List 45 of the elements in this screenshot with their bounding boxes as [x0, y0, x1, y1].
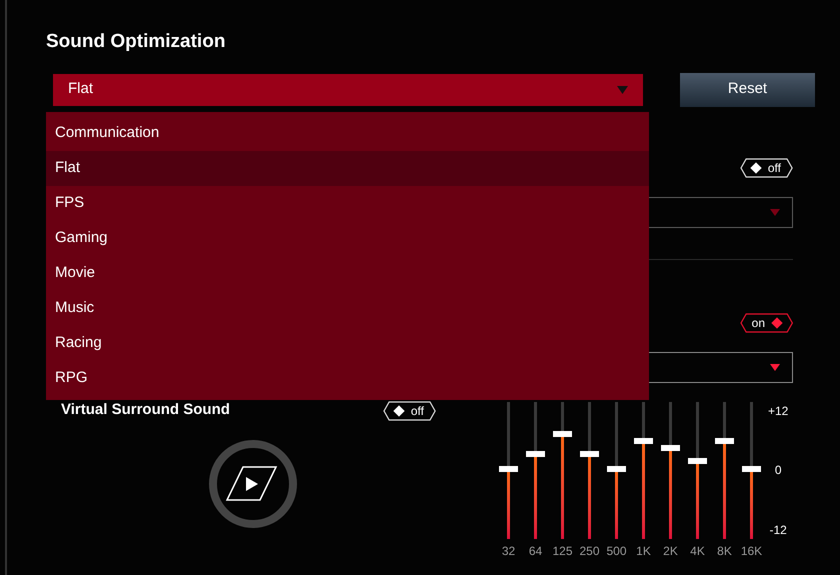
frequency-label: 4K — [690, 542, 705, 560]
frequency-label: 64 — [528, 542, 542, 560]
menu-item[interactable]: Flat — [46, 151, 649, 186]
slider-track[interactable] — [499, 402, 518, 538]
slider-thumb[interactable] — [742, 466, 761, 472]
frequency-label: 2K — [663, 542, 678, 560]
slider-thumb[interactable] — [580, 451, 599, 458]
setting-label: Virtual Surround Sound — [61, 400, 230, 420]
slider-thumb[interactable] — [607, 466, 626, 472]
caret-icon — [770, 208, 780, 216]
slider-track[interactable] — [526, 402, 545, 538]
reset-button[interactable]: Reset — [680, 72, 815, 106]
slider-track[interactable] — [580, 402, 599, 538]
frequency-label: 1K — [636, 542, 651, 560]
slider-track[interactable] — [688, 402, 707, 538]
frequency-label: 16K — [740, 542, 762, 560]
slider-track[interactable] — [607, 402, 626, 538]
play-button[interactable] — [208, 438, 298, 528]
slider-thumb[interactable] — [688, 458, 707, 464]
frequency-label: 500 — [606, 542, 627, 560]
slider-thumb[interactable] — [553, 430, 572, 437]
scale-label: +12 — [768, 402, 788, 420]
section-title: Sound Optimization — [46, 30, 226, 54]
frequency-label: 8K — [717, 542, 732, 560]
caret-icon — [770, 364, 780, 370]
toggle-switch[interactable]: off — [740, 158, 793, 178]
slider-thumb[interactable] — [634, 438, 653, 444]
slider-thumb[interactable] — [715, 438, 734, 444]
slider-track[interactable] — [742, 402, 761, 538]
frequency-label: 125 — [552, 542, 573, 560]
slider-track[interactable] — [553, 402, 572, 538]
caret-icon — [617, 86, 628, 94]
slider-thumb[interactable] — [526, 451, 545, 458]
slider-track[interactable] — [661, 402, 680, 538]
slider-track[interactable] — [634, 402, 653, 538]
frequency-label: 250 — [579, 542, 600, 560]
slider-track[interactable] — [715, 402, 734, 538]
toggle-switch[interactable]: off — [382, 400, 436, 420]
slider-thumb[interactable] — [661, 445, 680, 452]
scale-label: -12 — [770, 522, 787, 538]
slider-thumb[interactable] — [499, 466, 518, 472]
frequency-label: 32 — [502, 542, 516, 560]
scale-label: 0 — [774, 462, 782, 479]
toggle-switch[interactable]: on — [740, 312, 793, 332]
preset-dropdown[interactable]: Flat — [53, 74, 643, 106]
